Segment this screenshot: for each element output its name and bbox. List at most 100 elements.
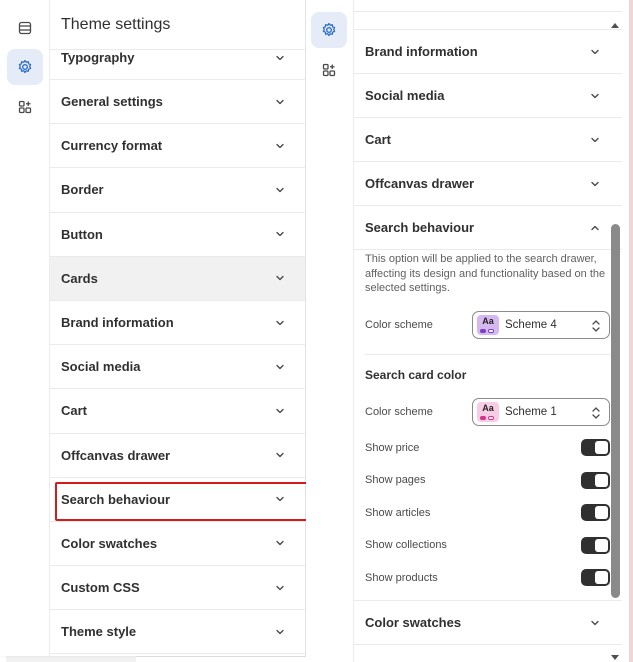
settings-item-color-swatches[interactable]: Color swatches [354, 601, 622, 645]
color-scheme-select[interactable]: Aa Scheme 4 [472, 310, 610, 339]
settings-item-color-swatches[interactable]: Color swatches [50, 521, 305, 567]
chevron-up-icon [591, 225, 599, 230]
settings-item-brand-information[interactable]: Brand information [354, 30, 622, 74]
chevron-down-icon [591, 181, 599, 186]
chevron-down-icon [276, 320, 284, 325]
toggle-list: Show price Show pages Show articles Show co… [354, 432, 622, 601]
settings-item-label: Social media [61, 359, 141, 375]
settings-item-label: Theme style [61, 624, 137, 640]
settings-item-label: Social media [365, 88, 445, 103]
toggle-knob [595, 506, 608, 520]
section-description: This option will be applied to the searc… [365, 253, 606, 294]
scheme-swatch-icon: Aa [477, 401, 499, 422]
settings-item-offcanvas-drawer[interactable]: Offcanvas drawer [50, 433, 305, 478]
show-pages-toggle[interactable] [581, 471, 610, 489]
chevron-down-icon [276, 541, 284, 546]
chevron-down-icon [276, 629, 284, 635]
settings-item-label: Color swatches [365, 615, 462, 630]
scroll-down-arrow-icon[interactable] [611, 648, 619, 662]
app-stage: Theme settings Typography General setting… [0, 0, 633, 662]
chevron-down-icon [276, 585, 284, 590]
left-icon-rail [0, 0, 50, 656]
settings-item-label: Brand information [61, 315, 174, 331]
chevron-down-icon [276, 276, 284, 281]
toggle-label: Show price [365, 441, 420, 454]
scroll-up-arrow-icon[interactable] [611, 15, 619, 33]
field-label: Color scheme [365, 405, 433, 418]
chevron-down-icon [276, 497, 284, 502]
settings-item-label: Custom CSS [61, 580, 140, 596]
chevron-down-icon [276, 187, 284, 193]
toggle-row-show-collections: Show collections [354, 529, 622, 562]
theme-settings-panel-expanded: Brand information Social media Cart Offcanv… [306, 0, 633, 662]
toggle-knob [595, 571, 608, 585]
chevron-down-icon [276, 364, 284, 369]
settings-item-cart[interactable]: Cart [354, 118, 622, 162]
select-value: Scheme 1 [505, 405, 557, 418]
settings-item-social-media[interactable]: Social media [50, 345, 305, 390]
settings-item-label: Brand information [365, 44, 478, 59]
settings-item-cart[interactable]: Cart [50, 389, 305, 434]
apps-icon[interactable] [7, 89, 43, 125]
scheme-swatch-icon: Aa [477, 314, 499, 335]
settings-item-theme-style[interactable]: Theme style [50, 610, 305, 655]
settings-item-brand-information[interactable]: Brand information [50, 300, 305, 346]
settings-item-label: Currency format [61, 138, 163, 154]
sections-icon[interactable] [7, 10, 43, 46]
toggle-knob [595, 441, 608, 455]
settings-item-button[interactable]: Button [50, 212, 305, 257]
list-top-edge [354, 0, 622, 12]
toggle-label: Show articles [365, 506, 431, 519]
toggle-knob [595, 538, 608, 552]
chevron-down-icon [591, 93, 599, 98]
show-products-toggle[interactable] [581, 569, 610, 587]
chevron-down-icon [276, 143, 284, 148]
field-label: Color scheme [365, 318, 433, 331]
chevron-down-icon [276, 55, 284, 60]
settings-gear-icon[interactable] [311, 12, 347, 48]
settings-item-cards[interactable]: Cards [50, 256, 305, 301]
settings-item-label: General settings [61, 94, 163, 110]
search-card-color-title: Search card color [365, 367, 467, 382]
divider [365, 353, 610, 355]
card-color-scheme-field: Color scheme Aa Scheme 1 [354, 397, 622, 427]
apps-icon[interactable] [311, 52, 347, 88]
toggle-label: Show products [365, 571, 438, 584]
settings-item-border[interactable]: Border [50, 168, 305, 213]
scrollbar-thumb[interactable] [611, 224, 620, 598]
search-behaviour-header[interactable]: Search behaviour [354, 206, 622, 250]
chevron-down-icon [276, 231, 284, 237]
settings-list: Typography General settings Currency forma… [50, 36, 305, 655]
settings-item-label: Border [61, 182, 104, 198]
toggle-label: Show collections [365, 539, 447, 552]
settings-item-custom-css[interactable]: Custom CSS [50, 566, 305, 611]
chevron-down-icon [591, 137, 599, 142]
show-collections-toggle[interactable] [581, 536, 610, 554]
settings-item-general-settings[interactable]: General settings [50, 80, 305, 125]
settings-item-label: Offcanvas drawer [61, 447, 171, 463]
settings-item-label: Cards [61, 270, 98, 286]
page-behind [136, 656, 306, 662]
select-arrows-icon [592, 406, 600, 419]
chevron-down-icon [591, 620, 599, 625]
settings-item-label: Button [61, 226, 103, 242]
settings-item-label: Search behaviour [61, 491, 171, 507]
toggle-row-show-price: Show price [354, 432, 622, 465]
toggle-row-show-products: Show products [354, 562, 622, 595]
chevron-down-icon [276, 452, 284, 458]
page-edge-right [629, 0, 633, 662]
settings-gear-icon[interactable] [7, 49, 43, 85]
settings-item-search-behaviour[interactable]: Search behaviour [50, 477, 305, 522]
toggle-row-show-articles: Show articles [354, 497, 622, 530]
list-spacer [354, 12, 622, 30]
show-articles-toggle[interactable] [581, 504, 610, 522]
settings-item-currency-format[interactable]: Currency format [50, 124, 305, 169]
card-color-scheme-select[interactable]: Aa Scheme 1 [472, 397, 610, 426]
settings-item-offcanvas-drawer[interactable]: Offcanvas drawer [354, 162, 622, 206]
panel-title: Theme settings [50, 0, 305, 50]
right-icon-rail [306, 0, 354, 662]
settings-item-social-media[interactable]: Social media [354, 74, 622, 118]
settings-item-label: Cart [365, 132, 392, 147]
show-price-toggle[interactable] [581, 439, 610, 457]
select-arrows-icon [592, 319, 600, 332]
